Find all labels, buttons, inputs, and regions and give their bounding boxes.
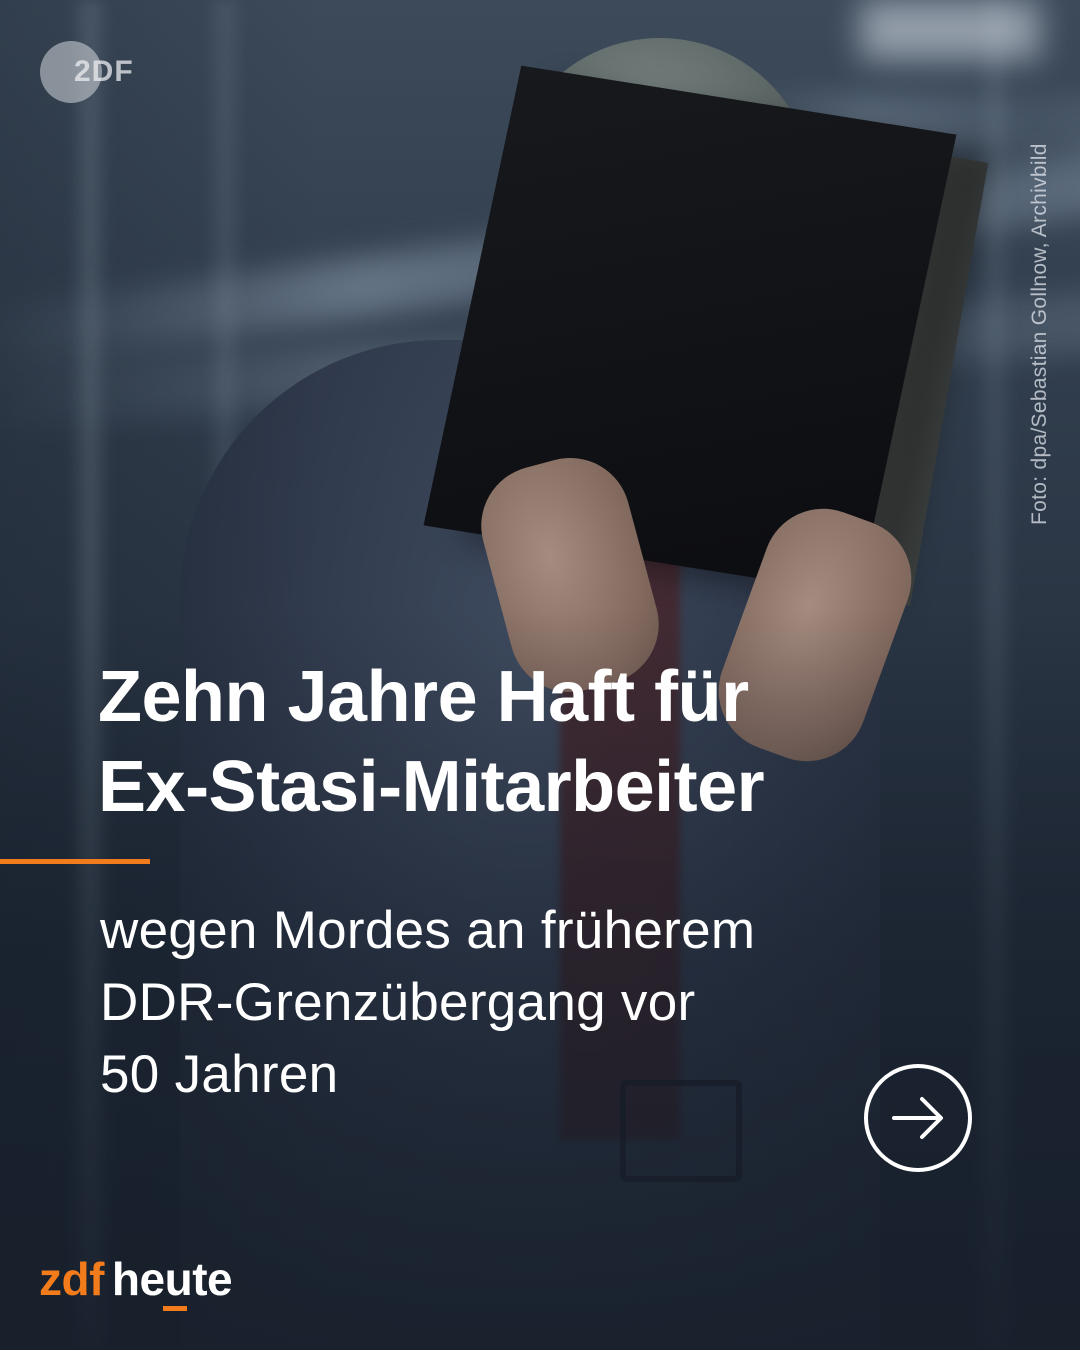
headline-line-1: Zehn Jahre Haft für <box>98 657 749 737</box>
headline-line-2: Ex-Stasi-Mitarbeiter <box>98 747 765 827</box>
zdf-logo-icon: 2DF <box>40 41 133 103</box>
brand-underline <box>163 1306 187 1311</box>
photo-credit: Foto: dpa/Sebastian Gollnow, Archivbild <box>1028 143 1051 525</box>
news-card: 2DF Foto: dpa/Sebastian Gollnow, Archivb… <box>0 0 1080 1350</box>
zdf-logo-text: 2DF <box>74 55 134 88</box>
subline-line-3: 50 Jahren <box>100 1045 339 1104</box>
brand-zdf: zdf <box>39 1253 104 1305</box>
accent-divider <box>0 859 150 864</box>
headline: Zehn Jahre Haft für Ex-Stasi-Mitarbeiter <box>98 652 958 832</box>
zdfheute-logo: zdf heute <box>39 1252 233 1311</box>
subline: wegen Mordes an früherem DDR-Grenzüberga… <box>100 895 920 1111</box>
subline-line-2: DDR-Grenzübergang vor <box>100 973 696 1032</box>
brand-heute: heute <box>111 1253 233 1305</box>
arrow-right-icon <box>892 1097 943 1139</box>
next-button[interactable] <box>864 1064 972 1172</box>
subline-line-1: wegen Mordes an früherem <box>100 901 756 960</box>
